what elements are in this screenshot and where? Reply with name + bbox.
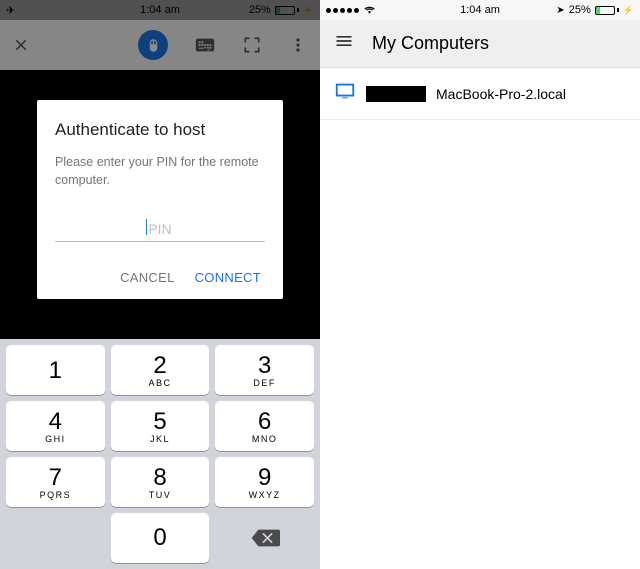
key-0[interactable]: 0: [111, 513, 210, 563]
fullscreen-icon[interactable]: [242, 35, 262, 55]
mouse-mode-icon[interactable]: [138, 30, 168, 60]
status-bar-right: 1:04 am ➤ 25% ⚡: [320, 0, 640, 20]
key-2[interactable]: 2ABC: [111, 345, 210, 395]
key-blank: [6, 513, 105, 563]
key-4[interactable]: 4GHI: [6, 401, 105, 451]
status-bar-left: ✈︎ 1:04 am 25% ⚡: [0, 0, 320, 20]
page-title: My Computers: [372, 33, 489, 54]
key-7[interactable]: 7PQRS: [6, 457, 105, 507]
close-icon[interactable]: [12, 36, 30, 54]
battery-icon: [275, 6, 299, 15]
computer-name: MacBook-Pro-2.local: [436, 86, 566, 102]
dialog-message: Please enter your PIN for the remote com…: [55, 154, 265, 189]
location-icon: ➤: [556, 5, 564, 16]
numeric-keypad: 1 2ABC 3DEF 4GHI 5JKL 6MNO 7PQRS 8TUV 9W…: [0, 339, 320, 569]
key-1[interactable]: 1: [6, 345, 105, 395]
battery-icon: [595, 6, 619, 15]
charging-icon: ⚡: [623, 5, 634, 16]
wifi-icon: [363, 5, 376, 15]
more-icon[interactable]: [288, 35, 308, 55]
key-8[interactable]: 8TUV: [111, 457, 210, 507]
status-time: 1:04 am: [140, 4, 180, 16]
key-backspace[interactable]: [215, 513, 314, 563]
key-9[interactable]: 9WXYZ: [215, 457, 314, 507]
dialog-title: Authenticate to host: [55, 120, 265, 140]
key-5[interactable]: 5JKL: [111, 401, 210, 451]
right-header: My Computers: [320, 20, 640, 68]
pin-input[interactable]: [55, 217, 265, 242]
computer-row[interactable]: MacBook-Pro-2.local: [320, 68, 640, 120]
battery-pct: 25%: [249, 4, 271, 16]
signal-icon: [326, 8, 359, 13]
menu-icon[interactable]: [334, 31, 354, 56]
airplane-icon: ✈︎: [6, 4, 15, 17]
toolbar: [0, 20, 320, 70]
key-6[interactable]: 6MNO: [215, 401, 314, 451]
auth-dialog: Authenticate to host Please enter your P…: [37, 100, 283, 299]
connect-button[interactable]: CONNECT: [195, 270, 261, 285]
redacted-text: [366, 86, 426, 102]
status-time: 1:04 am: [460, 4, 500, 16]
battery-pct: 25%: [569, 4, 591, 16]
key-3[interactable]: 3DEF: [215, 345, 314, 395]
cancel-button[interactable]: CANCEL: [120, 270, 175, 285]
keyboard-icon[interactable]: [194, 34, 216, 56]
charging-icon: ⚡: [303, 5, 314, 16]
monitor-icon: [334, 80, 356, 107]
